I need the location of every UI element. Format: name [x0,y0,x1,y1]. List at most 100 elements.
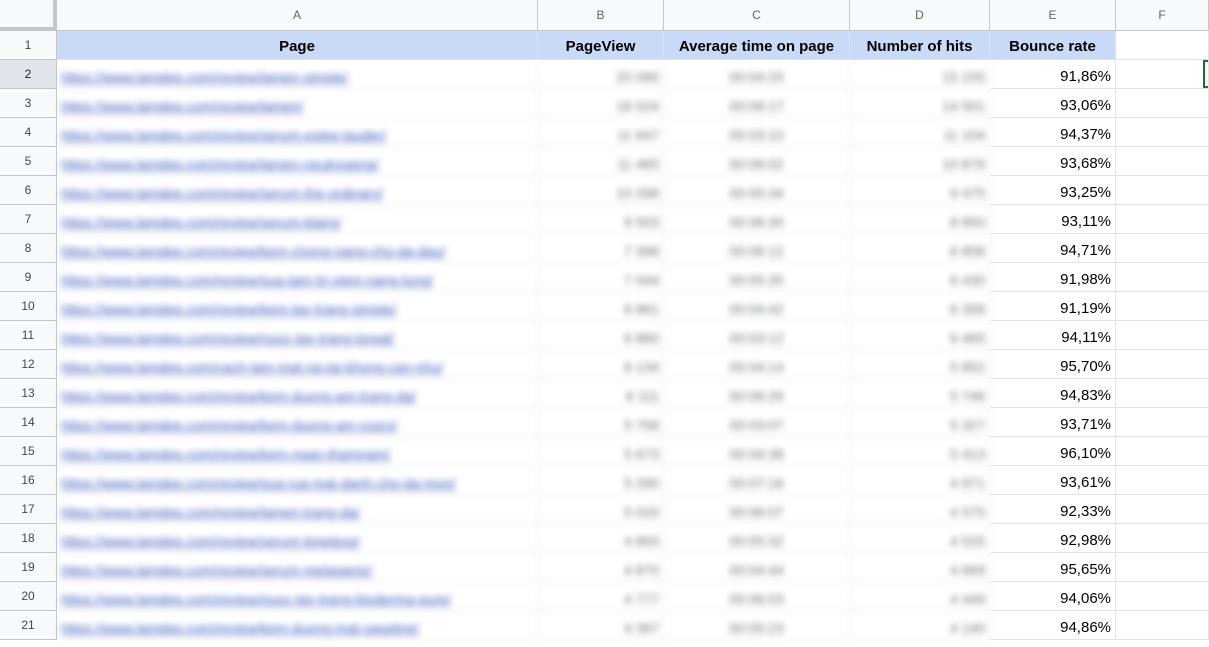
cell-avg-time[interactable]: 00:06:17 [664,89,850,118]
header-avg-time[interactable]: Average time on page [664,31,850,60]
cell-pageview[interactable]: 6 134 [538,350,664,379]
cell-page[interactable]: https://www.lamdep.com/review/kem-chong-… [57,234,538,263]
cell-bounce-rate[interactable]: 94,86% [990,611,1116,640]
cell-empty[interactable] [1116,263,1209,292]
row-header[interactable]: 7 [0,205,57,234]
cell-page[interactable]: https://www.lamdep.com/review/nuoc-tay-t… [57,582,538,611]
cell-hits[interactable]: 11 104 [850,118,990,147]
cell-page[interactable]: https://www.lamdep.com/review/lamen-tran… [57,495,538,524]
cell-pageview[interactable]: 4 870 [538,553,664,582]
cell-empty[interactable] [1116,379,1209,408]
cell-empty[interactable] [1116,495,1209,524]
row-header[interactable]: 16 [0,466,57,495]
row-header[interactable]: 19 [0,553,57,582]
cell-page[interactable]: https://www.lamdep.com/review/kem-tay-tr… [57,292,538,321]
cell-avg-time[interactable]: 00:06:03 [664,582,850,611]
column-header-e[interactable]: E [990,0,1116,31]
cell-hits[interactable]: 8 850 [850,205,990,234]
cell-empty[interactable] [1116,350,1209,379]
cell-pageview[interactable]: 7 398 [538,234,664,263]
cell-empty[interactable] [1116,553,1209,582]
cell-pageview[interactable]: 4 397 [538,611,664,640]
row-header[interactable]: 15 [0,437,57,466]
row-header[interactable]: 6 [0,176,57,205]
cell-page[interactable]: https://www.lamdep.com/review/kem-duong-… [57,408,538,437]
cell-avg-time[interactable]: 00:06:02 [664,147,850,176]
header-pageview[interactable]: PageView [538,31,664,60]
cell-empty[interactable] [1116,205,1209,234]
cell-pageview[interactable]: 5 290 [538,466,664,495]
row-header[interactable]: 20 [0,582,57,611]
column-header-f[interactable]: F [1116,0,1209,31]
cell-bounce-rate[interactable]: 95,65% [990,553,1116,582]
cell-avg-time[interactable]: 00:05:32 [664,524,850,553]
cell-pageview[interactable]: 11 647 [538,118,664,147]
cell-avg-time[interactable]: 00:06:26 [664,379,850,408]
cell-page[interactable]: https://www.lamdep.com/review/serum-mela… [57,553,538,582]
cell-empty[interactable] [1116,408,1209,437]
cell-avg-time[interactable]: 00:04:42 [664,292,850,321]
cell-pageview[interactable]: 10 298 [538,176,664,205]
header-bounce-rate[interactable]: Bounce rate [990,31,1116,60]
cell-page[interactable]: https://www.lamdep.com/review/sua-rua-ma… [57,466,538,495]
cell-bounce-rate[interactable]: 91,19% [990,292,1116,321]
cell-bounce-rate[interactable]: 93,68% [990,147,1116,176]
cell-avg-time[interactable]: 00:05:23 [664,611,850,640]
row-header[interactable]: 9 [0,263,57,292]
column-header-a[interactable]: A [57,0,538,31]
row-header[interactable]: 5 [0,147,57,176]
cell-empty[interactable] [1116,147,1209,176]
row-header[interactable]: 13 [0,379,57,408]
row-header[interactable]: 21 [0,611,57,640]
cell-avg-time[interactable]: 00:03:07 [664,408,850,437]
row-header[interactable]: 12 [0,350,57,379]
cell-avg-time[interactable]: 00:06:07 [664,495,850,524]
cell-avg-time[interactable]: 00:07:16 [664,466,850,495]
header-hits[interactable]: Number of hits [850,31,990,60]
cell-avg-time[interactable]: 00:04:38 [664,437,850,466]
cell-bounce-rate[interactable]: 91,86% [990,60,1116,89]
row-header[interactable]: 10 [0,292,57,321]
cell-empty[interactable] [1116,176,1209,205]
row-header[interactable]: 3 [0,89,57,118]
row-header[interactable]: 1 [0,31,57,60]
cell-hits[interactable]: 9 475 [850,176,990,205]
cell-pageview[interactable]: 5 673 [538,437,664,466]
cell-pageview[interactable]: 5 756 [538,408,664,437]
cell-avg-time[interactable]: 00:03:10 [664,118,850,147]
cell-hits[interactable]: 14 501 [850,89,990,118]
cell-hits[interactable]: 5 413 [850,437,990,466]
cell-bounce-rate[interactable]: 91,98% [990,263,1116,292]
cell-empty[interactable] [1116,437,1209,466]
cell-empty[interactable] [1116,234,1209,263]
cell-hits[interactable]: 15 155 [850,60,990,89]
cell-page[interactable]: https://www.lamdep.com/review/serum-klai… [57,205,538,234]
header-page[interactable]: Page [57,31,538,60]
cell-pageview[interactable]: 5 020 [538,495,664,524]
cell-avg-time[interactable]: 00:04:25 [664,60,850,89]
cell-bounce-rate[interactable]: 93,61% [990,466,1116,495]
cell-page[interactable]: https://www.lamdep.com/review/serum-time… [57,524,538,553]
cell-hits[interactable]: 4 449 [850,582,990,611]
cell-page[interactable]: https://www.lamdep.com/review/lamen-simp… [57,60,538,89]
row-header[interactable]: 4 [0,118,57,147]
cell-f1[interactable] [1116,31,1209,60]
row-header[interactable]: 14 [0,408,57,437]
cell-page[interactable]: https://www.lamdep.com/cach-lam-mat-na-t… [57,350,538,379]
cell-hits[interactable]: 5 327 [850,408,990,437]
cell-pageview[interactable]: 11 465 [538,147,664,176]
cell-hits[interactable]: 10 879 [850,147,990,176]
cell-page[interactable]: https://www.lamdep.com/review/lamen-neut… [57,147,538,176]
column-header-d[interactable]: D [850,0,990,31]
cell-hits[interactable]: 6 465 [850,321,990,350]
cell-hits[interactable]: 6 430 [850,263,990,292]
cell-hits[interactable]: 4 669 [850,553,990,582]
cell-page[interactable]: https://www.lamdep.com/review/serum-the-… [57,176,538,205]
selected-cell[interactable] [1116,60,1209,89]
cell-pageview[interactable]: 6 111 [538,379,664,408]
cell-empty[interactable] [1116,292,1209,321]
cell-page[interactable]: https://www.lamdep.com/review/kem-duong-… [57,611,538,640]
cell-empty[interactable] [1116,524,1209,553]
cell-hits[interactable]: 4 971 [850,466,990,495]
cell-page[interactable]: https://www.lamdep.com/review/serum-este… [57,118,538,147]
